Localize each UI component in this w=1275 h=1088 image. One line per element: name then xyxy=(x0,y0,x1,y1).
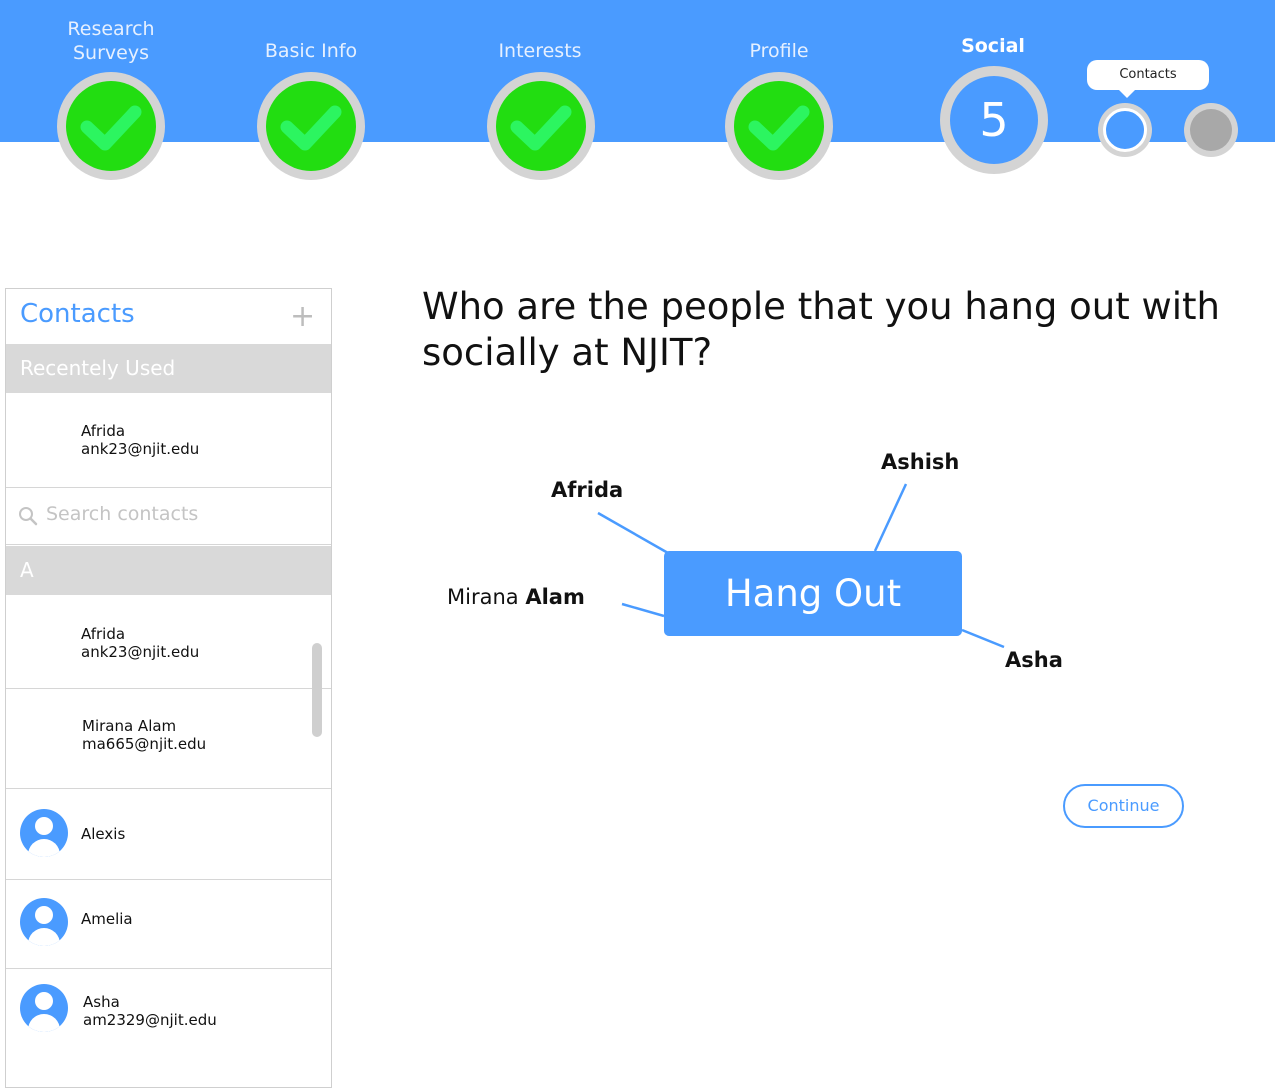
contact-name: Afrida xyxy=(81,422,126,440)
list-item[interactable]: Alexis xyxy=(6,789,331,880)
step-number: 5 xyxy=(950,76,1038,164)
connector-ashish xyxy=(873,483,908,552)
list-item[interactable]: Asha am2329@njit.edu xyxy=(6,969,331,1069)
list-item[interactable]: Afrida ank23@njit.edu xyxy=(6,393,331,488)
contacts-panel: Contacts + Recentely Used Afrida ank23@n… xyxy=(5,288,332,1088)
add-contact-button[interactable]: + xyxy=(290,299,315,334)
search-placeholder: Search contacts xyxy=(46,503,199,525)
contact-name: Alexis xyxy=(81,825,126,843)
node-afrida[interactable]: Afrida xyxy=(551,478,623,502)
step-interests-complete[interactable] xyxy=(487,72,595,180)
search-icon xyxy=(19,507,38,526)
contact-name: Afrida xyxy=(81,625,126,643)
step-label-research-surveys: Research Surveys xyxy=(67,17,154,65)
hang-out-group-node[interactable]: Hang Out Group xyxy=(664,551,962,700)
continue-button[interactable]: Continue xyxy=(1063,784,1184,828)
contact-email: ank23@njit.edu xyxy=(81,440,200,458)
search-contacts-field[interactable]: Search contacts xyxy=(6,488,331,545)
check-icon xyxy=(80,105,142,151)
connector-afrida xyxy=(597,511,669,555)
contact-email: ma665@njit.edu xyxy=(82,735,207,753)
contact-name: Amelia xyxy=(81,910,133,928)
node-first-name: Mirana xyxy=(447,585,519,609)
list-item[interactable]: Mirana Alam ma665@njit.edu xyxy=(6,689,331,789)
contact-name: Mirana Alam xyxy=(82,717,177,735)
step-basic-info-complete[interactable] xyxy=(257,72,365,180)
step-social-current[interactable]: 5 xyxy=(940,66,1048,174)
question-heading: Who are the people that you hang out wit… xyxy=(422,285,1221,374)
check-icon xyxy=(510,105,572,151)
contact-name: Asha xyxy=(83,993,120,1011)
substep-next[interactable] xyxy=(1184,103,1238,157)
step-label-profile: Profile xyxy=(749,40,809,62)
node-last-name: Alam xyxy=(525,585,585,609)
contact-email: am2329@njit.edu xyxy=(83,1011,217,1029)
contacts-tooltip: Contacts xyxy=(1087,60,1209,98)
step-profile-complete[interactable] xyxy=(725,72,833,180)
step-label-basic-info: Basic Info xyxy=(264,40,358,62)
check-icon xyxy=(280,105,342,151)
section-header-a: A xyxy=(6,546,331,595)
node-ashish[interactable]: Ashish xyxy=(881,450,959,474)
contacts-title: Contacts xyxy=(20,299,135,329)
connector-mirana xyxy=(621,602,665,618)
node-mirana-alam[interactable]: Mirana Alam xyxy=(447,585,585,609)
list-item[interactable]: Amelia xyxy=(6,880,331,969)
recently-used-header: Recentely Used xyxy=(6,344,331,393)
step-research-surveys-complete[interactable] xyxy=(57,72,165,180)
list-item[interactable]: Afrida ank23@njit.edu xyxy=(6,595,331,689)
check-icon xyxy=(748,105,810,151)
node-asha[interactable]: Asha xyxy=(1005,648,1063,672)
step-label-line1: Research xyxy=(67,18,155,40)
avatar xyxy=(20,984,68,1032)
contact-email: ank23@njit.edu xyxy=(81,643,200,661)
substep-contacts[interactable] xyxy=(1098,103,1152,157)
progress-header xyxy=(0,0,1275,142)
scrollbar[interactable] xyxy=(312,643,322,737)
step-label-interests: Interests xyxy=(498,40,582,62)
avatar xyxy=(20,898,68,946)
connector-asha xyxy=(961,628,1005,649)
step-label-social: Social xyxy=(961,35,1025,57)
step-label-line2: Surveys xyxy=(73,42,149,64)
avatar xyxy=(20,809,68,857)
